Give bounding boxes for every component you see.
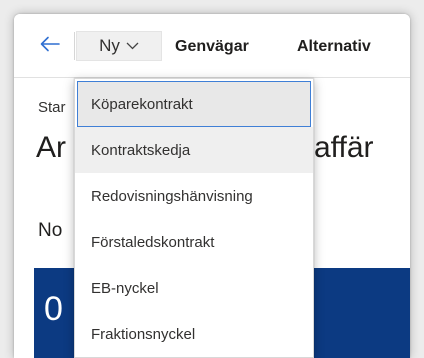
breadcrumb[interactable]: Star — [38, 99, 66, 116]
page-title-continuation: affär — [314, 131, 374, 164]
app-window: Ny Genvägar Alternativ Star Ar affär No … — [14, 14, 410, 358]
menu-item-redovisningshanvisning[interactable]: Redovisningshänvisning — [75, 173, 313, 219]
new-menu-button[interactable]: Ny — [76, 31, 162, 61]
menu-item-kopare-kontrakt[interactable]: Köparekontrakt — [77, 81, 311, 127]
shortcuts-button[interactable]: Genvägar — [175, 38, 249, 56]
options-button[interactable]: Alternativ — [297, 38, 371, 56]
menu-item-fraktionsnyckel[interactable]: Fraktionsnyckel — [75, 311, 313, 357]
menu-item-kontraktskedja[interactable]: Kontraktskedja — [75, 127, 313, 173]
section-heading: No — [38, 220, 63, 241]
chevron-down-icon — [126, 42, 139, 50]
toolbar-divider — [74, 32, 75, 60]
page-title: Ar — [36, 131, 66, 164]
action-pane: Ny Genvägar Alternativ — [14, 14, 410, 78]
tile-value: 0 — [44, 290, 63, 328]
menu-item-eb-nyckel[interactable]: EB-nyckel — [75, 265, 313, 311]
arrow-left-icon — [40, 36, 60, 57]
new-button-label: Ny — [99, 36, 120, 55]
menu-item-forstaledskontrakt[interactable]: Förstaledskontrakt — [75, 219, 313, 265]
new-dropdown-menu: Köparekontrakt Kontraktskedja Redovisnin… — [74, 78, 314, 358]
back-button[interactable] — [36, 33, 64, 59]
